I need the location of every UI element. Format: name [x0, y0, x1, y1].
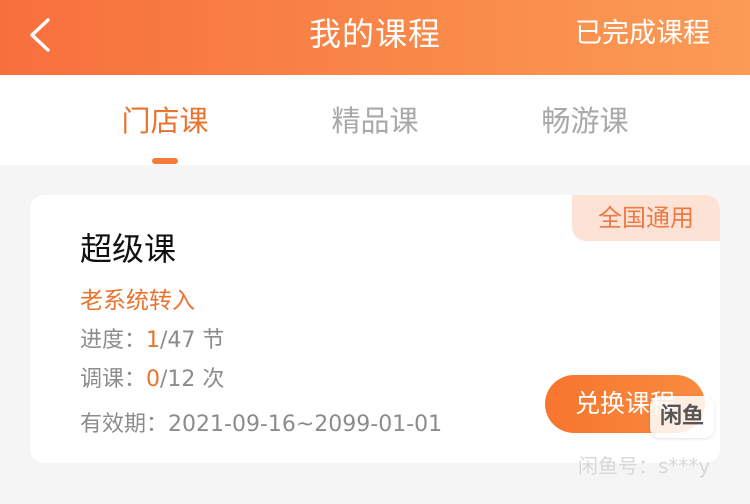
course-name: 超级课 — [80, 230, 177, 268]
course-source: 老系统转入 — [80, 288, 195, 314]
active-tab-indicator — [152, 158, 178, 164]
progress-total: /47 节 — [160, 328, 225, 353]
course-tabs: 门店课 精品课 畅游课 — [0, 75, 750, 165]
progress-current: 1 — [146, 328, 161, 353]
tab-travel-course[interactable]: 畅游课 — [515, 99, 655, 143]
progress-label: 进度： — [80, 328, 147, 353]
tab-store-course[interactable]: 门店课 — [95, 99, 235, 143]
app-header: 我的课程 已完成课程 — [0, 0, 750, 75]
reschedule-total: /12 次 — [160, 367, 225, 392]
validity-line: 有效期：2021-09-16~2099-01-01 — [80, 410, 442, 440]
watermark-id: 闲鱼号：s***y — [578, 454, 711, 478]
reschedule-line: 调课：0/12 次 — [80, 365, 224, 395]
reschedule-label: 调课： — [80, 367, 147, 392]
tab-premium-course[interactable]: 精品课 — [305, 99, 445, 143]
reschedule-current: 0 — [146, 367, 161, 392]
scope-badge: 全国通用 — [572, 195, 720, 241]
progress-line: 进度：1/47 节 — [80, 326, 224, 356]
watermark-logo: 闲鱼 — [650, 396, 714, 438]
validity-value: 2021-09-16~2099-01-01 — [168, 412, 443, 437]
course-card[interactable]: 全国通用 超级课 老系统转入 进度：1/47 节 调课：0/12 次 有效期：2… — [30, 195, 720, 463]
validity-label: 有效期： — [80, 412, 169, 437]
completed-courses-link[interactable]: 已完成课程 — [575, 14, 710, 54]
